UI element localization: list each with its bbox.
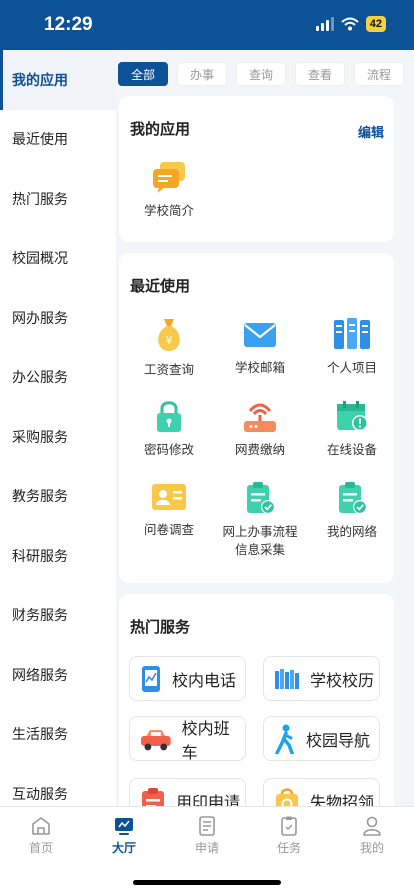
edit-button[interactable]: 编辑 — [358, 122, 384, 141]
app-network-fee[interactable]: 网费缴纳 — [214, 399, 306, 459]
my-apps-card: 我的应用 编辑 学校简介 — [119, 96, 394, 242]
hot-services-card: 热门服务 校内电话 学校校历 校内班车 校园导航 用印申请 失物招领 — [119, 594, 394, 824]
tab-label: 我的 — [359, 841, 384, 855]
tab-label: 任务 — [276, 841, 301, 855]
clipboard-check-icon — [247, 482, 275, 514]
home-indicator — [133, 880, 281, 885]
hot-services-title: 热门服务 — [130, 618, 191, 636]
sidebar-item-purchase[interactable]: 采购服务 — [0, 407, 116, 467]
filter-process[interactable]: 流程 — [354, 62, 404, 86]
app-label-line2: 信息采集 — [234, 542, 285, 557]
filter-view[interactable]: 查看 — [295, 62, 345, 86]
app-label: 网上办事流程 — [222, 524, 298, 539]
sidebar-item-recent[interactable]: 最近使用 — [0, 110, 116, 170]
lock-icon — [157, 401, 181, 432]
service-campus-navigation[interactable]: 校园导航 — [263, 716, 380, 761]
sidebar-item-campus[interactable]: 校园概况 — [0, 229, 116, 289]
app-online-process[interactable]: 网上办事流程 信息采集 — [214, 481, 306, 559]
books-icon — [275, 668, 299, 689]
app-school-mail[interactable]: 学校邮箱 — [214, 317, 306, 377]
app-school-intro[interactable]: 学校简介 — [123, 160, 215, 220]
tab-tasks[interactable]: 任务 — [259, 815, 319, 856]
tab-home[interactable]: 首页 — [11, 815, 71, 856]
id-card-icon — [152, 484, 186, 510]
person-icon — [363, 816, 381, 836]
clipboard-check-icon — [339, 482, 367, 514]
filter-handle[interactable]: 办事 — [177, 62, 227, 86]
filter-query[interactable]: 查询 — [236, 62, 286, 86]
app-label: 学校邮箱 — [234, 360, 285, 375]
app-label: 问卷调查 — [143, 522, 194, 537]
tab-label: 大厅 — [111, 841, 136, 855]
sidebar-item-research[interactable]: 科研服务 — [0, 526, 116, 586]
task-clipboard-icon — [281, 816, 297, 836]
app-label: 工资查询 — [143, 362, 194, 377]
sidebar-item-hot[interactable]: 热门服务 — [0, 169, 116, 229]
monitor-icon — [115, 818, 133, 835]
service-label: 校园导航 — [306, 730, 371, 750]
service-school-calendar[interactable]: 学校校历 — [263, 656, 380, 701]
app-label: 密码修改 — [143, 442, 194, 457]
app-label: 在线设备 — [326, 442, 377, 457]
filter-chips: 全部 办事 查询 查看 流程 — [118, 62, 404, 86]
document-icon — [199, 816, 215, 836]
walking-person-icon — [275, 724, 294, 754]
sidebar-item-my-apps[interactable]: 我的应用 — [0, 50, 116, 110]
wifi-icon — [341, 17, 359, 31]
app-online-devices[interactable]: 在线设备 — [306, 399, 398, 459]
filter-all[interactable]: 全部 — [118, 62, 168, 86]
app-label: 网费缴纳 — [234, 442, 285, 457]
sidebar-item-office[interactable]: 办公服务 — [0, 348, 116, 408]
service-label: 学校校历 — [310, 670, 375, 690]
status-time: 12:29 — [44, 14, 93, 35]
router-icon — [244, 403, 276, 432]
service-label: 校内电话 — [172, 670, 237, 690]
recent-title: 最近使用 — [130, 277, 191, 295]
app-label: 个人项目 — [326, 360, 377, 375]
my-apps-title: 我的应用 — [130, 120, 191, 138]
cellular-signal-icon — [315, 17, 334, 31]
service-campus-phone[interactable]: 校内电话 — [129, 656, 246, 701]
envelope-icon — [244, 323, 276, 347]
sidebar-item-life[interactable]: 生活服务 — [0, 705, 116, 765]
recent-card: 最近使用 ¥ 工资查询 学校邮箱 个人项目 密码修改 网费缴纳 在线设备 问卷调… — [119, 253, 394, 583]
service-label: 校内班车 — [181, 718, 230, 762]
tab-mine[interactable]: 我的 — [342, 815, 402, 856]
service-campus-shuttle[interactable]: 校内班车 — [129, 716, 246, 762]
chat-bubbles-icon — [153, 162, 185, 193]
home-icon — [32, 817, 50, 835]
app-label: 学校简介 — [143, 203, 194, 218]
money-bag-icon: ¥ — [158, 319, 180, 351]
app-my-network[interactable]: 我的网络 — [306, 481, 398, 541]
category-sidebar: 我的应用 最近使用 热门服务 校园概况 网办服务 办公服务 采购服务 教务服务 … — [0, 50, 116, 806]
phone-icon — [142, 665, 160, 692]
status-bar: 12:29 42 — [0, 0, 414, 50]
sidebar-item-academic[interactable]: 教务服务 — [0, 467, 116, 527]
app-personal-projects[interactable]: 个人项目 — [306, 317, 398, 377]
sidebar-item-interactive[interactable]: 互动服务 — [0, 764, 116, 806]
sidebar-item-network[interactable]: 网络服务 — [0, 645, 116, 705]
app-label: 我的网络 — [326, 524, 377, 539]
server-rack-icon — [334, 318, 370, 349]
app-survey[interactable]: 问卷调查 — [123, 481, 215, 539]
tab-apply[interactable]: 申请 — [177, 815, 237, 856]
calendar-alert-icon — [337, 401, 368, 431]
tab-label: 首页 — [28, 841, 53, 855]
app-password-change[interactable]: 密码修改 — [123, 399, 215, 459]
battery-indicator: 42 — [365, 16, 386, 32]
tab-label: 申请 — [194, 841, 219, 855]
tab-hall[interactable]: 大厅 — [94, 815, 154, 856]
svg-text:¥: ¥ — [166, 334, 173, 347]
sidebar-item-finance[interactable]: 财务服务 — [0, 586, 116, 646]
app-salary-query[interactable]: ¥ 工资查询 — [123, 317, 215, 379]
sidebar-item-online[interactable]: 网办服务 — [0, 288, 116, 348]
car-icon — [140, 729, 171, 750]
